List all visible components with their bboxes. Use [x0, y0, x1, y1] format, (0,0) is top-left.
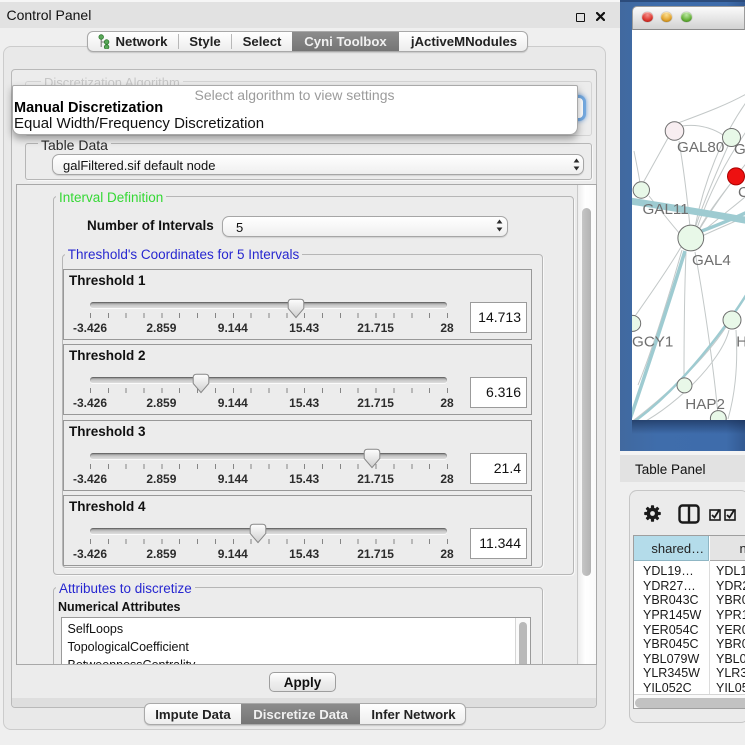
- svg-text:GAL: GAL: [734, 141, 745, 158]
- svg-text:H: H: [736, 334, 745, 351]
- svg-text:GAL4: GAL4: [692, 252, 731, 269]
- svg-text:GAL80: GAL80: [677, 139, 724, 156]
- svg-text:GAL11: GAL11: [643, 201, 689, 218]
- svg-text:C: C: [738, 184, 745, 201]
- svg-text:HAP2: HAP2: [685, 396, 725, 413]
- svg-text:GCY1: GCY1: [632, 334, 673, 351]
